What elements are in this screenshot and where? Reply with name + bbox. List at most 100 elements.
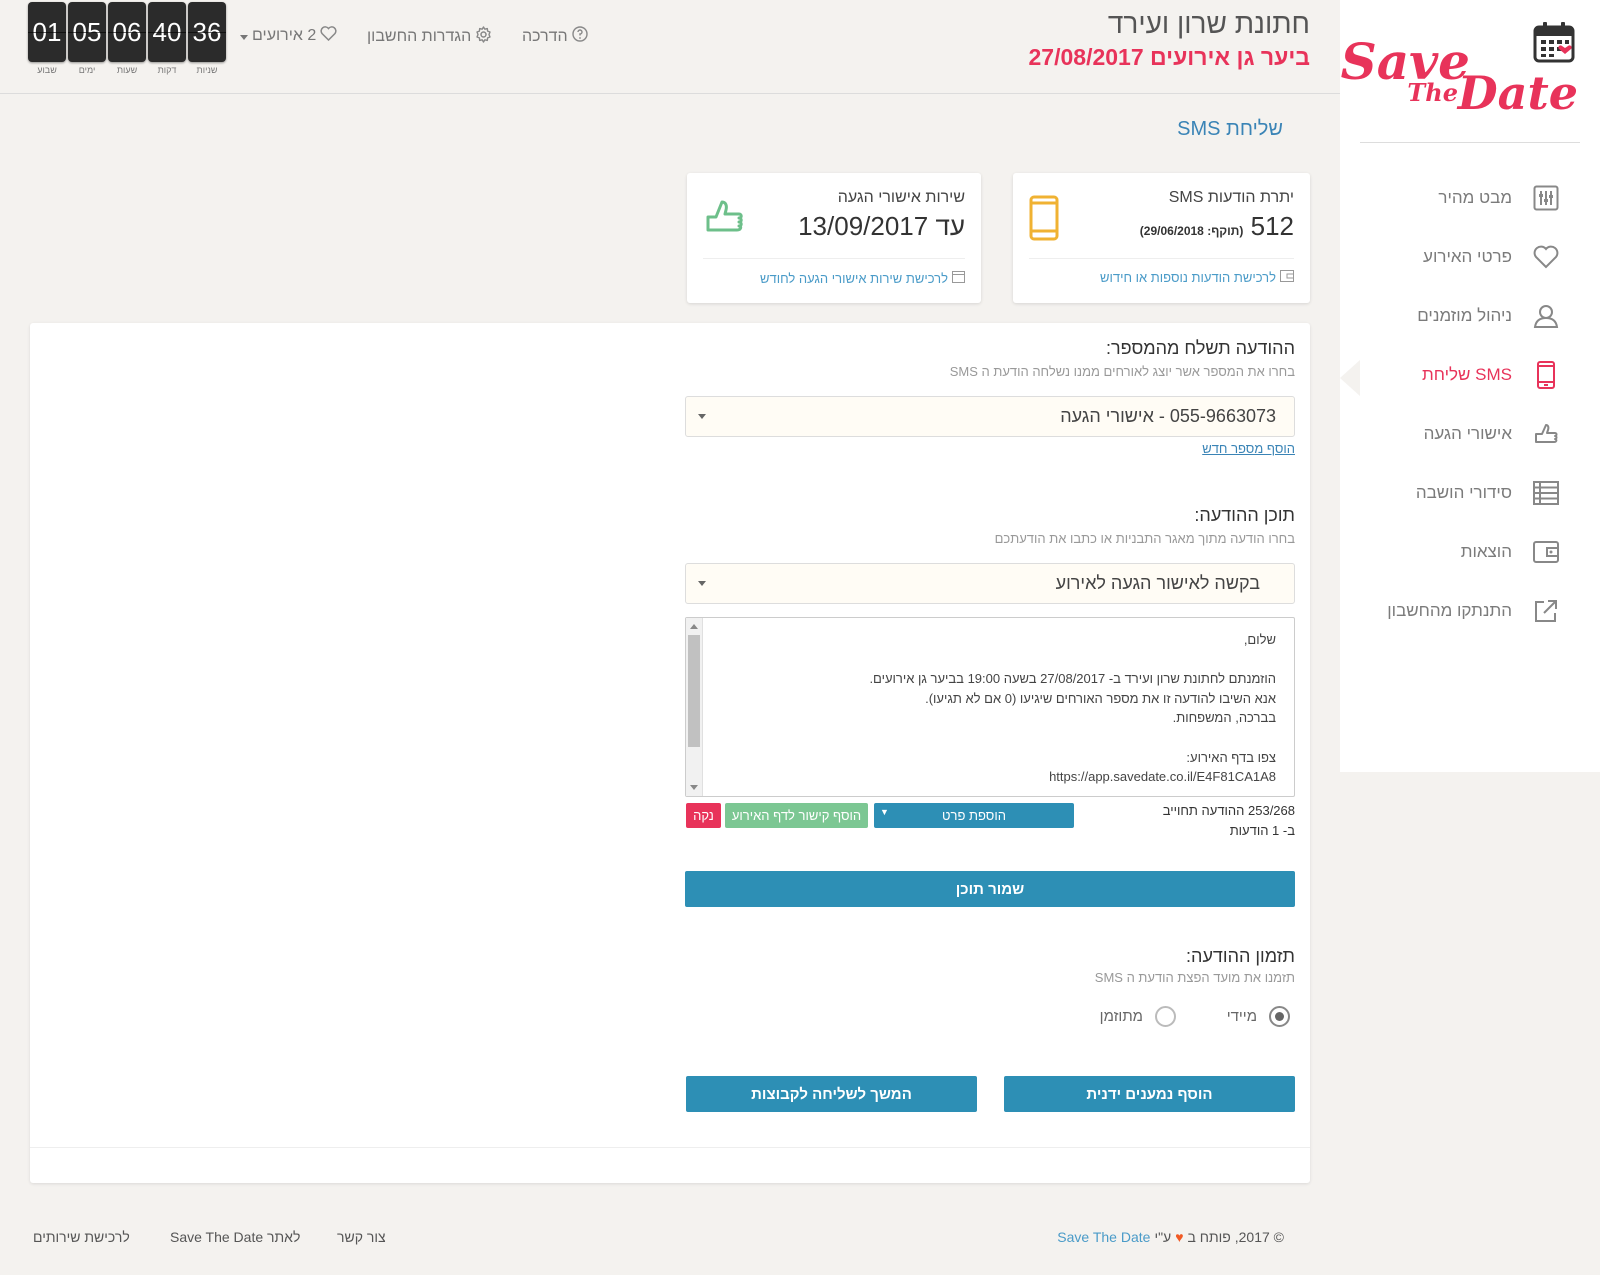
sender-selected-value: 055-9663073 - אישורי הגעה	[1060, 406, 1276, 426]
add-recipients-button[interactable]: הוסף נמענים ידנית	[1004, 1076, 1295, 1112]
buy-rsvp-link[interactable]: לרכישת שירות אישורי הגעה לחודש	[760, 270, 965, 286]
clear-button[interactable]: נקה	[686, 803, 721, 828]
template-select[interactable]: בקשה לאישור הגעה לאירוע	[685, 563, 1295, 604]
sidebar-item-label: ניהול מוזמנים	[1417, 306, 1512, 325]
message-scrollbar[interactable]	[686, 618, 703, 796]
chevron-down-icon: ▼	[880, 807, 889, 817]
countdown-label: שניות	[196, 65, 218, 75]
sender-title: ההודעה תשלח מהמספר:	[1106, 338, 1295, 358]
scroll-down-icon[interactable]	[690, 785, 698, 790]
radio-checked-icon[interactable]	[1269, 1006, 1290, 1027]
add-number-link[interactable]: הוסף מספר חדש	[1202, 441, 1295, 456]
scrollbar-thumb[interactable]	[688, 635, 700, 747]
thumbs-up-icon	[705, 197, 745, 242]
mobile-icon	[1029, 195, 1059, 246]
scroll-up-icon[interactable]	[690, 624, 698, 629]
content-title: תוכן ההודעה:	[1194, 505, 1295, 525]
message-count: ב- 1 הודעות	[1229, 823, 1295, 838]
sidebar: Save The Date מבט מהיר פרטי האירוע ניהול…	[1340, 0, 1600, 772]
countdown-label: שעות	[116, 65, 138, 75]
buy-sms-label: לרכישת הודעות נוספות או חידוש	[1100, 270, 1276, 285]
footer-copyright: © 2017, פותח ב ♥ ע"י Save The Date	[1057, 1229, 1284, 1245]
countdown-unit: 05 ימים	[68, 2, 106, 75]
timing-immediate-label: מיידי	[1226, 1008, 1257, 1025]
sidebar-item-guest-management[interactable]: ניהול מוזמנים	[1340, 296, 1560, 336]
sms-form-panel: ההודעה תשלח מהמספר: בחרו את המספר אשר יו…	[30, 323, 1310, 1183]
countdown-value: 01	[28, 2, 66, 62]
heart-icon	[1532, 243, 1560, 271]
rsvp-service-card: שירות אישורי הגעה עד 13/09/2017 לרכישת ש…	[687, 173, 981, 303]
sender-number-select[interactable]: 055-9663073 - אישורי הגעה	[685, 396, 1295, 437]
brand-link[interactable]: Save The Date	[1057, 1229, 1150, 1245]
sidebar-item-logout[interactable]: התנתקו מהחשבון	[1340, 591, 1560, 631]
message-text: שלום, הוזמנתם לחתונת שרון ועירד ב- 27/08…	[869, 632, 1276, 785]
sms-balance-card: יתרת הודעות SMS 512 (תוקף: 29/06/2018) ל…	[1013, 173, 1310, 303]
buy-sms-link[interactable]: לרכישת הודעות נוספות או חידוש	[1100, 270, 1294, 285]
sms-balance-title: יתרת הודעות SMS	[1168, 189, 1294, 206]
by-text: ע"י	[1154, 1229, 1172, 1245]
heart-icon: ♥	[1175, 1229, 1184, 1245]
sidebar-item-quick-view[interactable]: מבט מהיר	[1340, 178, 1560, 218]
sms-validity: (תוקף: 29/06/2018)	[1139, 224, 1244, 238]
external-link-icon	[1532, 597, 1560, 625]
buy-services-link[interactable]: לרכישת שירותים	[33, 1229, 130, 1245]
sidebar-item-label: שליחת SMS	[1422, 365, 1512, 384]
to-site-link[interactable]: לאתר Save The Date	[170, 1229, 300, 1245]
chevron-down-icon	[698, 581, 706, 586]
add-event-link-button[interactable]: הוסף קישור לדף האירוע	[725, 803, 868, 828]
user-icon	[1532, 302, 1560, 330]
sidebar-item-label: סידורי הושבה	[1415, 483, 1512, 502]
rsvp-service-value: עד 13/09/2017	[798, 211, 965, 241]
radio-unchecked-icon[interactable]	[1155, 1006, 1176, 1027]
countdown-unit: 40 דקות	[148, 2, 186, 75]
guide-link[interactable]: הדרכה	[522, 26, 588, 47]
heart-icon	[320, 26, 337, 46]
sidebar-item-event-details[interactable]: פרטי האירוע	[1340, 237, 1560, 277]
countdown-label: דקות	[157, 65, 177, 75]
sms-balance-value: 512 (תוקף: 29/06/2018)	[1132, 211, 1294, 242]
countdown-value: 05	[68, 2, 106, 62]
help-icon	[571, 26, 588, 47]
countdown-unit: 06 שעות	[108, 2, 146, 75]
add-detail-button[interactable]: הוספת פרט ▼	[874, 803, 1074, 828]
timing-scheduled-radio[interactable]: מתוזמן	[1100, 1006, 1176, 1027]
calendar-icon	[1533, 22, 1575, 63]
card-divider	[1029, 258, 1294, 259]
sidebar-item-label: אישורי הגעה	[1423, 424, 1512, 443]
sms-balance-count: 512	[1250, 211, 1294, 241]
header: חתונת שרון ועירד ביער גן אירועים 27/08/2…	[0, 0, 1340, 94]
events-label: 2 אירועים	[252, 27, 317, 44]
sidebar-item-seating[interactable]: סידורי הושבה	[1340, 473, 1560, 513]
countdown-timer: 01 שבוע 05 ימים 06 שעות 40 דקות 36 שניות	[28, 2, 226, 75]
sidebar-divider	[1360, 142, 1580, 143]
add-detail-label: הוספת פרט	[942, 808, 1006, 823]
account-settings-link[interactable]: הגדרות החשבון	[367, 26, 492, 48]
save-content-button[interactable]: שמור תוכן	[685, 871, 1295, 907]
list-icon	[1532, 479, 1560, 507]
timing-immediate-radio[interactable]: מיידי	[1227, 1006, 1290, 1027]
logo-the: The	[1407, 78, 1458, 107]
countdown-label: שבוע	[37, 65, 57, 75]
copyright-text: © 2017, פותח ב	[1187, 1229, 1284, 1245]
gear-icon	[475, 26, 492, 48]
timing-description: תזמנו את מועד הפצת הודעת ה SMS	[1094, 970, 1295, 985]
save-the-date-logo[interactable]: Save The Date	[1341, 18, 1580, 128]
sender-description: בחרו את המספר אשר יוצג לאורחים ממנו נשלח…	[949, 364, 1295, 379]
character-count: 253/268 ההודעה תחוייב	[1162, 803, 1295, 818]
message-textarea[interactable]: שלום, הוזמנתם לחתונת שרון ועירד ב- 27/08…	[685, 617, 1295, 797]
template-selected-value: בקשה לאישור הגעה לאירוע	[1055, 573, 1260, 593]
countdown-label: ימים	[78, 65, 96, 75]
page-title: שליחת SMS	[1177, 118, 1283, 140]
continue-to-groups-button[interactable]: המשך לשליחה לקבוצות	[686, 1076, 977, 1112]
nav-pointer	[1340, 360, 1360, 396]
countdown-unit: 01 שבוע	[28, 2, 66, 75]
sidebar-item-label: הוצאות	[1460, 542, 1512, 561]
sidebar-item-send-sms[interactable]: שליחת SMS	[1340, 355, 1560, 395]
countdown-value: 40	[148, 2, 186, 62]
sidebar-item-expenses[interactable]: הוצאות	[1340, 532, 1560, 572]
contact-link[interactable]: צור קשר	[337, 1229, 386, 1245]
timing-scheduled-label: מתוזמן	[1099, 1008, 1143, 1025]
sidebar-item-rsvp[interactable]: אישורי הגעה	[1340, 414, 1560, 454]
logo-date: Date	[1457, 66, 1578, 120]
events-dropdown[interactable]: 2 אירועים	[240, 26, 337, 46]
